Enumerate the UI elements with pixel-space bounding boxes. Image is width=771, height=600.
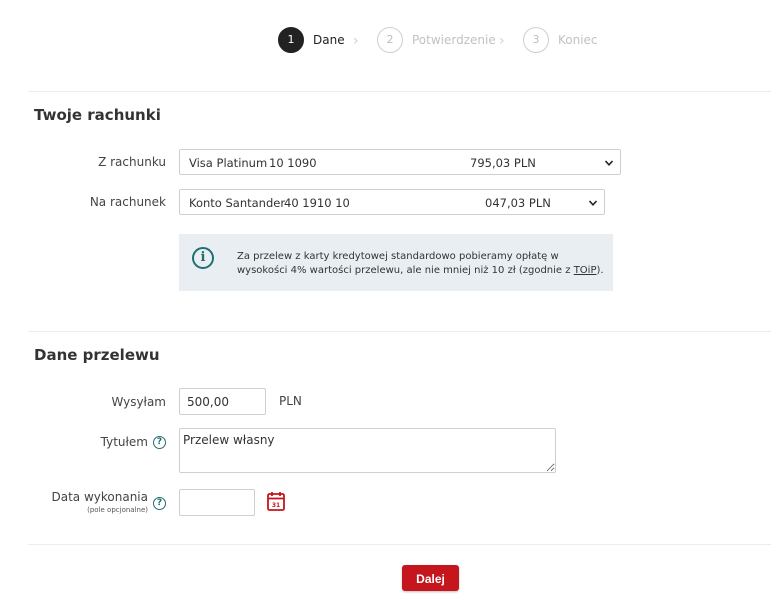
- fee-info-suffix: ).: [596, 265, 604, 276]
- info-icon: i: [192, 247, 214, 269]
- to-account-balance: 047,03 PLN: [485, 196, 551, 210]
- step-1-label: Dane: [313, 33, 345, 47]
- help-icon[interactable]: ?: [153, 436, 166, 449]
- from-account-number: 10 1090: [269, 156, 317, 170]
- divider-middle: [28, 331, 771, 332]
- chevron-down-icon: [604, 160, 614, 166]
- from-account-name: Visa Platinum: [189, 156, 268, 170]
- date-input[interactable]: [179, 489, 255, 516]
- fee-info-text: Za przelew z karty kredytowej standardow…: [237, 250, 607, 278]
- date-optional-hint: (pole opcjonalne): [87, 506, 148, 514]
- calendar-day: 31: [272, 502, 280, 509]
- next-button[interactable]: Dalej: [402, 565, 459, 591]
- to-account-label: Na rachunek: [89, 195, 166, 209]
- step-separator-2: ›: [499, 33, 505, 49]
- step-3-label: Koniec: [558, 33, 598, 47]
- amount-label: Wysyłam: [111, 395, 166, 409]
- accounts-section-title: Twoje rachunki: [34, 106, 161, 124]
- step-separator-1: ›: [353, 33, 359, 49]
- from-account-select[interactable]: Visa Platinum 10 1090 795,03 PLN: [179, 149, 621, 175]
- chevron-down-icon: [588, 200, 598, 206]
- fee-info-box: i Za przelew z karty kredytowej standard…: [179, 234, 613, 291]
- to-account-name: Konto Santander: [189, 196, 286, 210]
- currency-label: PLN: [279, 394, 302, 408]
- divider-top: [28, 91, 771, 92]
- calendar-icon[interactable]: 31: [267, 491, 285, 511]
- divider-bottom: [28, 544, 771, 545]
- transfer-section-title: Dane przelewu: [34, 346, 160, 364]
- to-account-number: 40 1910 1048: [284, 196, 350, 210]
- toip-link[interactable]: TOiP: [574, 265, 597, 276]
- help-icon[interactable]: ?: [153, 497, 166, 510]
- step-2-label: Potwierdzenie: [412, 33, 496, 47]
- fee-info-body: Za przelew z karty kredytowej standardow…: [237, 251, 574, 276]
- date-label: Data wykonania: [51, 490, 149, 504]
- to-account-select[interactable]: Konto Santander 40 1910 1048 047,03 PLN: [179, 189, 605, 215]
- from-account-label: Z rachunku: [98, 155, 166, 169]
- amount-input[interactable]: [179, 388, 266, 415]
- from-account-balance: 795,03 PLN: [470, 156, 536, 170]
- title-label: Tytułem: [100, 435, 148, 449]
- step-2-circle: 2: [377, 27, 403, 53]
- step-3-circle: 3: [523, 27, 549, 53]
- step-1-circle: 1: [278, 27, 304, 53]
- title-textarea[interactable]: Przelew własny: [179, 428, 556, 473]
